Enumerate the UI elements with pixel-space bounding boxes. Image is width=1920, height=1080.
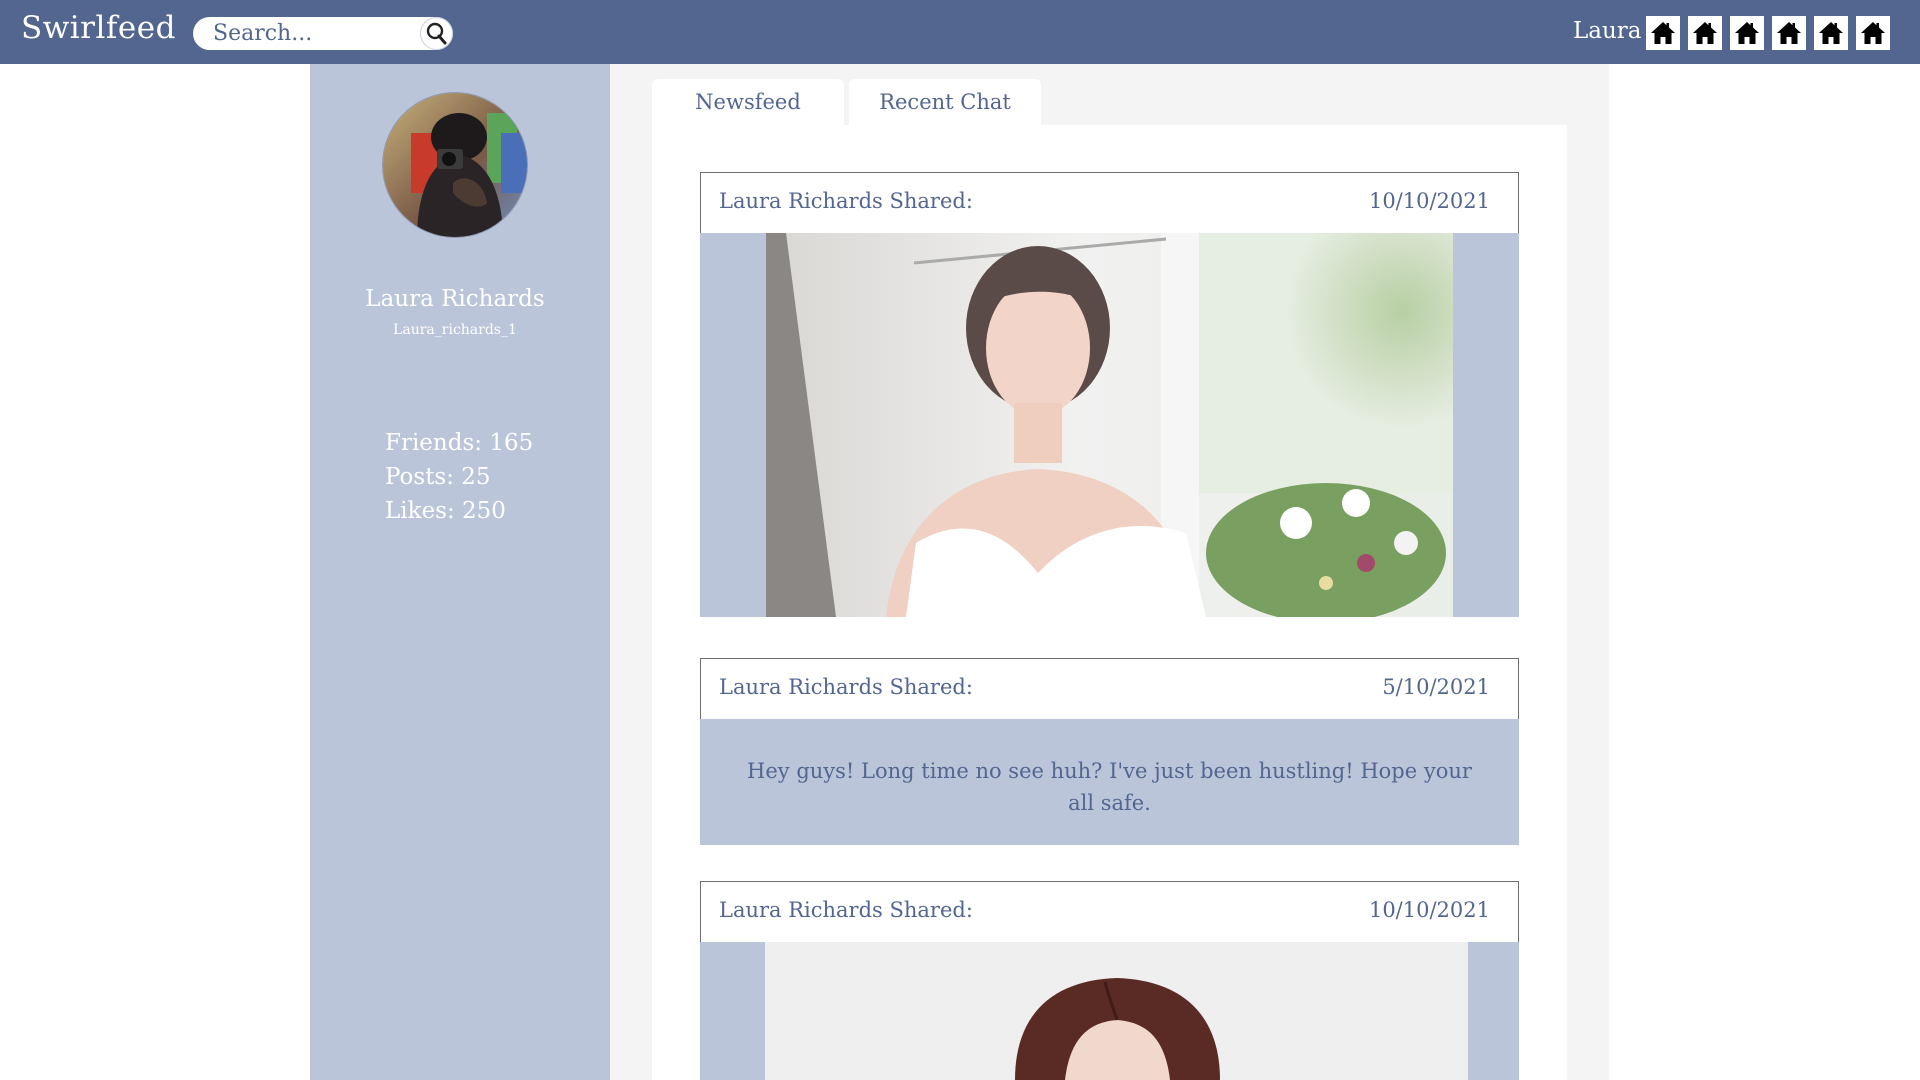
post-author[interactable]: Laura Richards Shared: [719,189,973,213]
post-image[interactable] [766,233,1453,617]
post-date: 5/10/2021 [1382,675,1490,699]
post-text-body: Hey guys! Long time no see huh? I've jus… [700,719,1519,845]
home-icon[interactable] [1688,16,1722,50]
avatar[interactable] [382,92,528,238]
post-header: Laura Richards Shared: 10/10/2021 [700,881,1519,943]
search-input[interactable] [193,17,413,50]
search-box [193,17,453,50]
post-header: Laura Richards Shared: 5/10/2021 [700,658,1519,720]
post-author[interactable]: Laura Richards Shared: [719,675,973,699]
newsfeed-panel: Laura Richards Shared: 10/10/2021 Laura … [652,125,1567,1080]
post-author[interactable]: Laura Richards Shared: [719,898,973,922]
home-icon[interactable] [1646,16,1680,50]
profile-name[interactable]: Laura Richards [310,286,600,312]
post-image-body [700,942,1519,1080]
post-header: Laura Richards Shared: 10/10/2021 [700,172,1519,234]
profile-sidebar: Laura Richards Laura_richards_1 Friends:… [310,64,610,1080]
posts-count: Posts: 25 [385,464,491,490]
search-icon [426,22,446,44]
friends-count: Friends: 165 [385,430,534,456]
current-user-name[interactable]: Laura [1573,18,1642,44]
nav-icon-group [1646,16,1890,50]
brand-logo[interactable]: Swirlfeed [21,10,176,46]
post-image[interactable] [765,942,1468,1080]
top-navigation-bar: Swirlfeed Laura [0,0,1920,64]
home-icon[interactable] [1814,16,1848,50]
likes-count: Likes: 250 [385,498,506,524]
home-icon[interactable] [1772,16,1806,50]
tab-newsfeed[interactable]: Newsfeed [652,79,844,125]
home-icon[interactable] [1730,16,1764,50]
home-icon[interactable] [1856,16,1890,50]
search-button[interactable] [420,17,453,50]
post-text: Hey guys! Long time no see huh? I've jus… [747,759,1472,815]
post-date: 10/10/2021 [1368,189,1490,213]
post-image-body [700,233,1519,617]
tab-recent-chat[interactable]: Recent Chat [849,79,1041,125]
profile-stats: Friends: 165 Posts: 25 Likes: 250 [385,426,533,528]
profile-handle: Laura_richards_1 [393,322,517,338]
post-date: 10/10/2021 [1368,898,1490,922]
main-content: Newsfeed Recent Chat Laura Richards Shar… [610,64,1609,1080]
